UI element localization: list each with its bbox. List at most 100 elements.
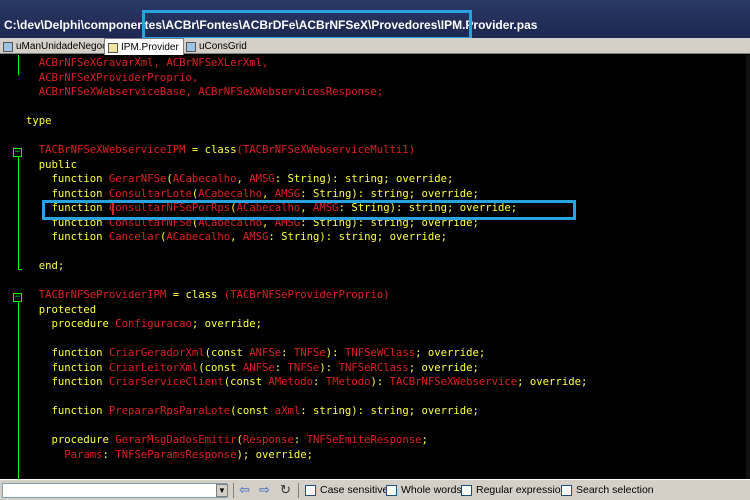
code-token: ConsultarLote xyxy=(108,187,192,200)
tab-umanunidadenegocio[interactable]: uManUnidadeNegocio xyxy=(0,38,119,54)
code-token: TNFSe xyxy=(293,347,326,359)
tab-ipm-provider[interactable]: IPM.Provider xyxy=(104,38,184,55)
code-line: end; xyxy=(26,259,65,273)
code-token: function xyxy=(26,347,109,359)
search-bar: ▼ ⇦ ⇨ ↻ Case sensitive Whole words Regul… xyxy=(0,479,750,500)
unit-icon xyxy=(186,41,196,52)
code-line: TACBrNFSeProviderIPM = class (TACBrNFSeP… xyxy=(26,288,390,302)
code-token: (const xyxy=(230,405,275,417)
unit-icon xyxy=(3,41,13,52)
checkbox-box[interactable] xyxy=(386,484,397,496)
code-token: CriarGeradorXml xyxy=(108,347,205,359)
code-token: ANFSe xyxy=(242,361,275,374)
whole-words-checkbox[interactable]: Whole words xyxy=(386,484,462,496)
editor-tab-bar: uManUnidadeNegocio IPM.Provider uConsGri… xyxy=(0,38,750,55)
code-line: TACBrNFSeXWebserviceIPM = class(TACBrNFS… xyxy=(26,143,415,157)
code-line: function CriarGeradorXml(const ANFSe: TN… xyxy=(26,346,486,360)
code-line: public xyxy=(26,158,77,172)
fold-collapse-icon[interactable]: − xyxy=(13,148,22,157)
code-line: Params: TNFSeParamsResponse); override; xyxy=(26,448,313,462)
checkbox-label: Search selection xyxy=(576,484,654,496)
code-token: TACBrNFSeProviderIPM xyxy=(26,289,167,301)
code-token: procedure xyxy=(26,434,116,446)
code-line: function CriarServiceClient(const AMetod… xyxy=(26,375,588,389)
code-token: TACBrNFSeXWebserviceIPM xyxy=(26,144,186,156)
fold-guide-end xyxy=(18,269,22,270)
separator xyxy=(233,483,234,498)
code-token: ; override; xyxy=(415,347,486,359)
code-token: : xyxy=(281,347,294,359)
code-token: TNFSeEmiteResponse xyxy=(306,434,422,446)
code-line: function Cancelar(ACabecalho, AMSG: Stri… xyxy=(26,230,448,244)
code-token: function xyxy=(26,405,109,417)
code-token: procedure xyxy=(26,318,116,330)
code-token: function xyxy=(26,187,109,200)
code-token: PrepararRpsParaLote xyxy=(108,405,231,417)
code-token: ACBrNFSeXWebserviceBase, ACBrNFSeXWebser… xyxy=(26,86,384,98)
code-token: Configuracao xyxy=(115,318,192,330)
code-token: ; xyxy=(421,434,428,446)
code-token: Params xyxy=(26,448,103,461)
code-editor[interactable]: − − ACBrNFSeXGravarXml, ACBrNFSeXLerXml,… xyxy=(0,55,750,479)
code-token: type xyxy=(26,115,52,127)
code-token: : string): string; override; xyxy=(300,405,479,417)
search-history-dropdown[interactable]: ▼ xyxy=(216,484,228,497)
code-token: end; xyxy=(26,260,65,272)
code-token: GerarNFSe xyxy=(108,173,167,185)
code-token: TNFSeParamsResponse xyxy=(115,448,237,461)
code-token: (TACBrNFSeProviderProprio) xyxy=(223,289,390,301)
tab-label: IPM.Provider xyxy=(121,42,179,53)
code-token: class xyxy=(185,289,224,301)
code-token: , xyxy=(262,187,275,200)
code-token: function xyxy=(26,376,109,388)
code-token: aXml xyxy=(274,405,301,417)
path-highlight-box xyxy=(142,10,472,40)
find-previous-icon[interactable]: ⇦ xyxy=(239,483,250,497)
code-token: : String): string; override; xyxy=(274,173,454,185)
code-token: ; override; xyxy=(517,376,588,388)
code-token: Cancelar xyxy=(108,231,160,243)
vertical-scrollbar[interactable] xyxy=(746,55,750,479)
code-token: CriarServiceClient xyxy=(108,376,224,388)
tab-uconsgrid[interactable]: uConsGrid xyxy=(183,38,251,54)
checkbox-box[interactable] xyxy=(561,484,572,496)
code-token: GerarMsgDadosEmitir xyxy=(115,434,237,446)
checkbox-box[interactable] xyxy=(461,484,472,496)
fold-guide xyxy=(18,157,19,269)
code-token: function xyxy=(26,173,109,185)
code-token: (const xyxy=(204,347,250,359)
code-token: ; override; xyxy=(408,361,479,374)
code-token: ACBrNFSeXGravarXml, ACBrNFSeXLerXml, xyxy=(26,57,269,69)
regular-expression-checkbox[interactable]: Regular expression xyxy=(461,484,566,496)
code-line: function GerarNFSe(ACabecalho, AMSG: Str… xyxy=(26,172,454,186)
code-token: AMSG xyxy=(242,231,269,243)
code-token: ): xyxy=(319,361,339,374)
case-sensitive-checkbox[interactable]: Case sensitive xyxy=(305,484,388,496)
code-token: (TACBrNFSeXWebserviceMulti1) xyxy=(236,144,416,156)
code-token: public xyxy=(26,158,78,171)
code-token: : String): string; override; xyxy=(300,187,479,200)
find-next-icon[interactable]: ⇨ xyxy=(259,483,270,497)
code-token: AMSG xyxy=(249,173,275,185)
code-token: : xyxy=(313,376,326,388)
separator xyxy=(298,483,299,498)
code-line: procedure Configuracao; override; xyxy=(26,317,263,331)
code-token: TNFSe xyxy=(287,361,320,374)
fold-gutter: − − xyxy=(0,55,22,479)
checkbox-label: Case sensitive xyxy=(320,484,389,496)
search-input[interactable] xyxy=(2,483,227,498)
code-line: ACBrNFSeXWebserviceBase, ACBrNFSeXWebser… xyxy=(26,85,383,99)
code-token: (const xyxy=(198,361,243,374)
line-highlight-box xyxy=(42,200,576,220)
code-token: (const xyxy=(223,376,269,388)
code-token: TMetodo xyxy=(325,376,371,388)
checkbox-box[interactable] xyxy=(305,484,316,496)
code-token: TACBrNFSeXWebservice xyxy=(389,376,518,388)
search-selection-checkbox[interactable]: Search selection xyxy=(561,484,654,496)
source-file-icon xyxy=(108,42,118,53)
code-token: ACBrNFSeXProviderProprio, xyxy=(26,71,199,84)
refresh-icon[interactable]: ↻ xyxy=(280,483,291,497)
checkbox-label: Whole words xyxy=(401,484,462,496)
fold-collapse-icon[interactable]: − xyxy=(13,293,22,302)
tab-label: uConsGrid xyxy=(199,41,247,52)
